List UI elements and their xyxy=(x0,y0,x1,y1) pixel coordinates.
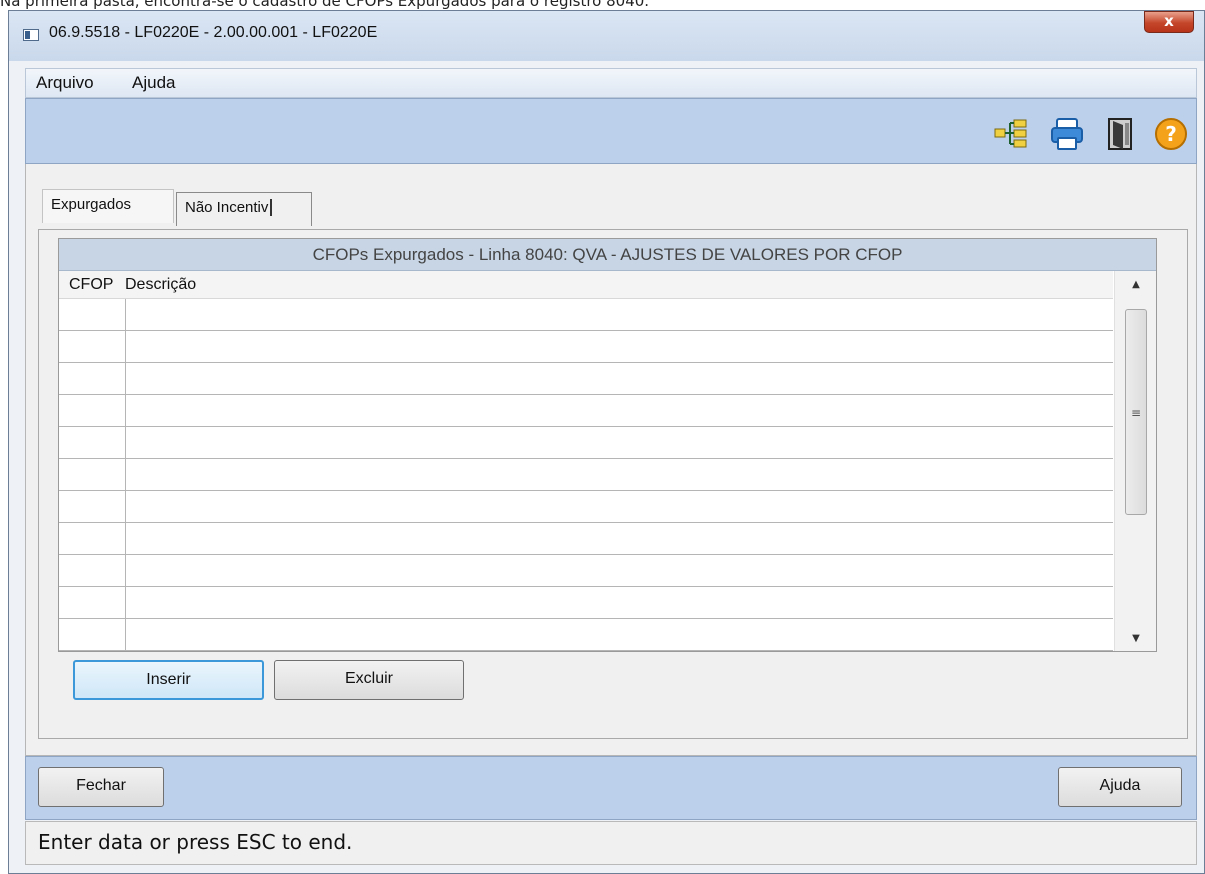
table-row[interactable] xyxy=(59,491,1113,523)
status-bar: Enter data or press ESC to end. xyxy=(25,821,1197,865)
table-row[interactable] xyxy=(59,299,1113,331)
hierarchy-icon[interactable] xyxy=(994,117,1028,151)
table-row[interactable] xyxy=(59,331,1113,363)
table-row[interactable] xyxy=(59,459,1113,491)
column-divider xyxy=(125,299,126,651)
tab-panel-expurgados: CFOPs Expurgados - Linha 8040: QVA - AJU… xyxy=(38,229,1188,739)
title-bar[interactable]: 06.9.5518 - LF0220E - 2.00.00.001 - LF02… xyxy=(9,11,1204,61)
scroll-grip-icon: ≡ xyxy=(1131,406,1142,420)
scroll-up-arrow-icon[interactable]: ▲ xyxy=(1115,271,1156,299)
close-button[interactable]: Fechar xyxy=(38,767,164,807)
vertical-scrollbar[interactable]: ▲ ≡ ▼ xyxy=(1114,271,1156,651)
printer-icon[interactable] xyxy=(1050,117,1084,151)
table-row[interactable] xyxy=(59,523,1113,555)
table-row[interactable] xyxy=(59,619,1113,651)
insert-button[interactable]: Inserir xyxy=(73,660,264,700)
app-window: 06.9.5518 - LF0220E - 2.00.00.001 - LF02… xyxy=(8,10,1205,874)
tab-nao-incentiv-label: Não Incentiv xyxy=(185,199,273,216)
content-area: Expurgados Não Incentiv CFOPs Expurgados… xyxy=(25,164,1197,756)
toolbar: ? xyxy=(25,98,1197,164)
help-button[interactable]: Ajuda xyxy=(1058,767,1182,807)
scroll-down-arrow-icon[interactable]: ▼ xyxy=(1115,625,1156,651)
column-header-cfop[interactable]: CFOP xyxy=(69,276,113,294)
column-header-descricao[interactable]: Descrição xyxy=(125,276,196,294)
menu-arquivo[interactable]: Arquivo xyxy=(36,73,94,93)
exit-door-icon[interactable] xyxy=(1104,117,1138,151)
delete-button[interactable]: Excluir xyxy=(274,660,464,700)
menu-ajuda[interactable]: Ajuda xyxy=(132,73,175,93)
table-row[interactable] xyxy=(59,587,1113,619)
menu-bar: Arquivo Ajuda xyxy=(25,68,1197,98)
table-row[interactable] xyxy=(59,363,1113,395)
tab-expurgados[interactable]: Expurgados xyxy=(42,189,174,223)
table-row[interactable] xyxy=(59,395,1113,427)
page-caption: Na primeira pasta, encontra-se o cadastr… xyxy=(0,0,650,10)
status-text: Enter data or press ESC to end. xyxy=(38,830,353,854)
help-icon[interactable]: ? xyxy=(1154,117,1188,151)
table-row[interactable] xyxy=(59,427,1113,459)
window-title: 06.9.5518 - LF0220E - 2.00.00.001 - LF02… xyxy=(49,24,378,41)
tab-nao-incentiv[interactable]: Não Incentiv xyxy=(176,192,312,226)
close-window-button[interactable]: x xyxy=(1144,11,1194,33)
cfop-grid[interactable]: CFOPs Expurgados - Linha 8040: QVA - AJU… xyxy=(58,238,1157,652)
grid-body[interactable] xyxy=(59,299,1113,651)
help-glyph: ? xyxy=(1165,122,1177,146)
footer-bar: Fechar Ajuda xyxy=(25,756,1197,820)
window-icon xyxy=(23,29,39,41)
grid-title: CFOPs Expurgados - Linha 8040: QVA - AJU… xyxy=(59,239,1156,271)
table-row[interactable] xyxy=(59,555,1113,587)
grid-header: CFOP Descrição xyxy=(59,271,1113,299)
